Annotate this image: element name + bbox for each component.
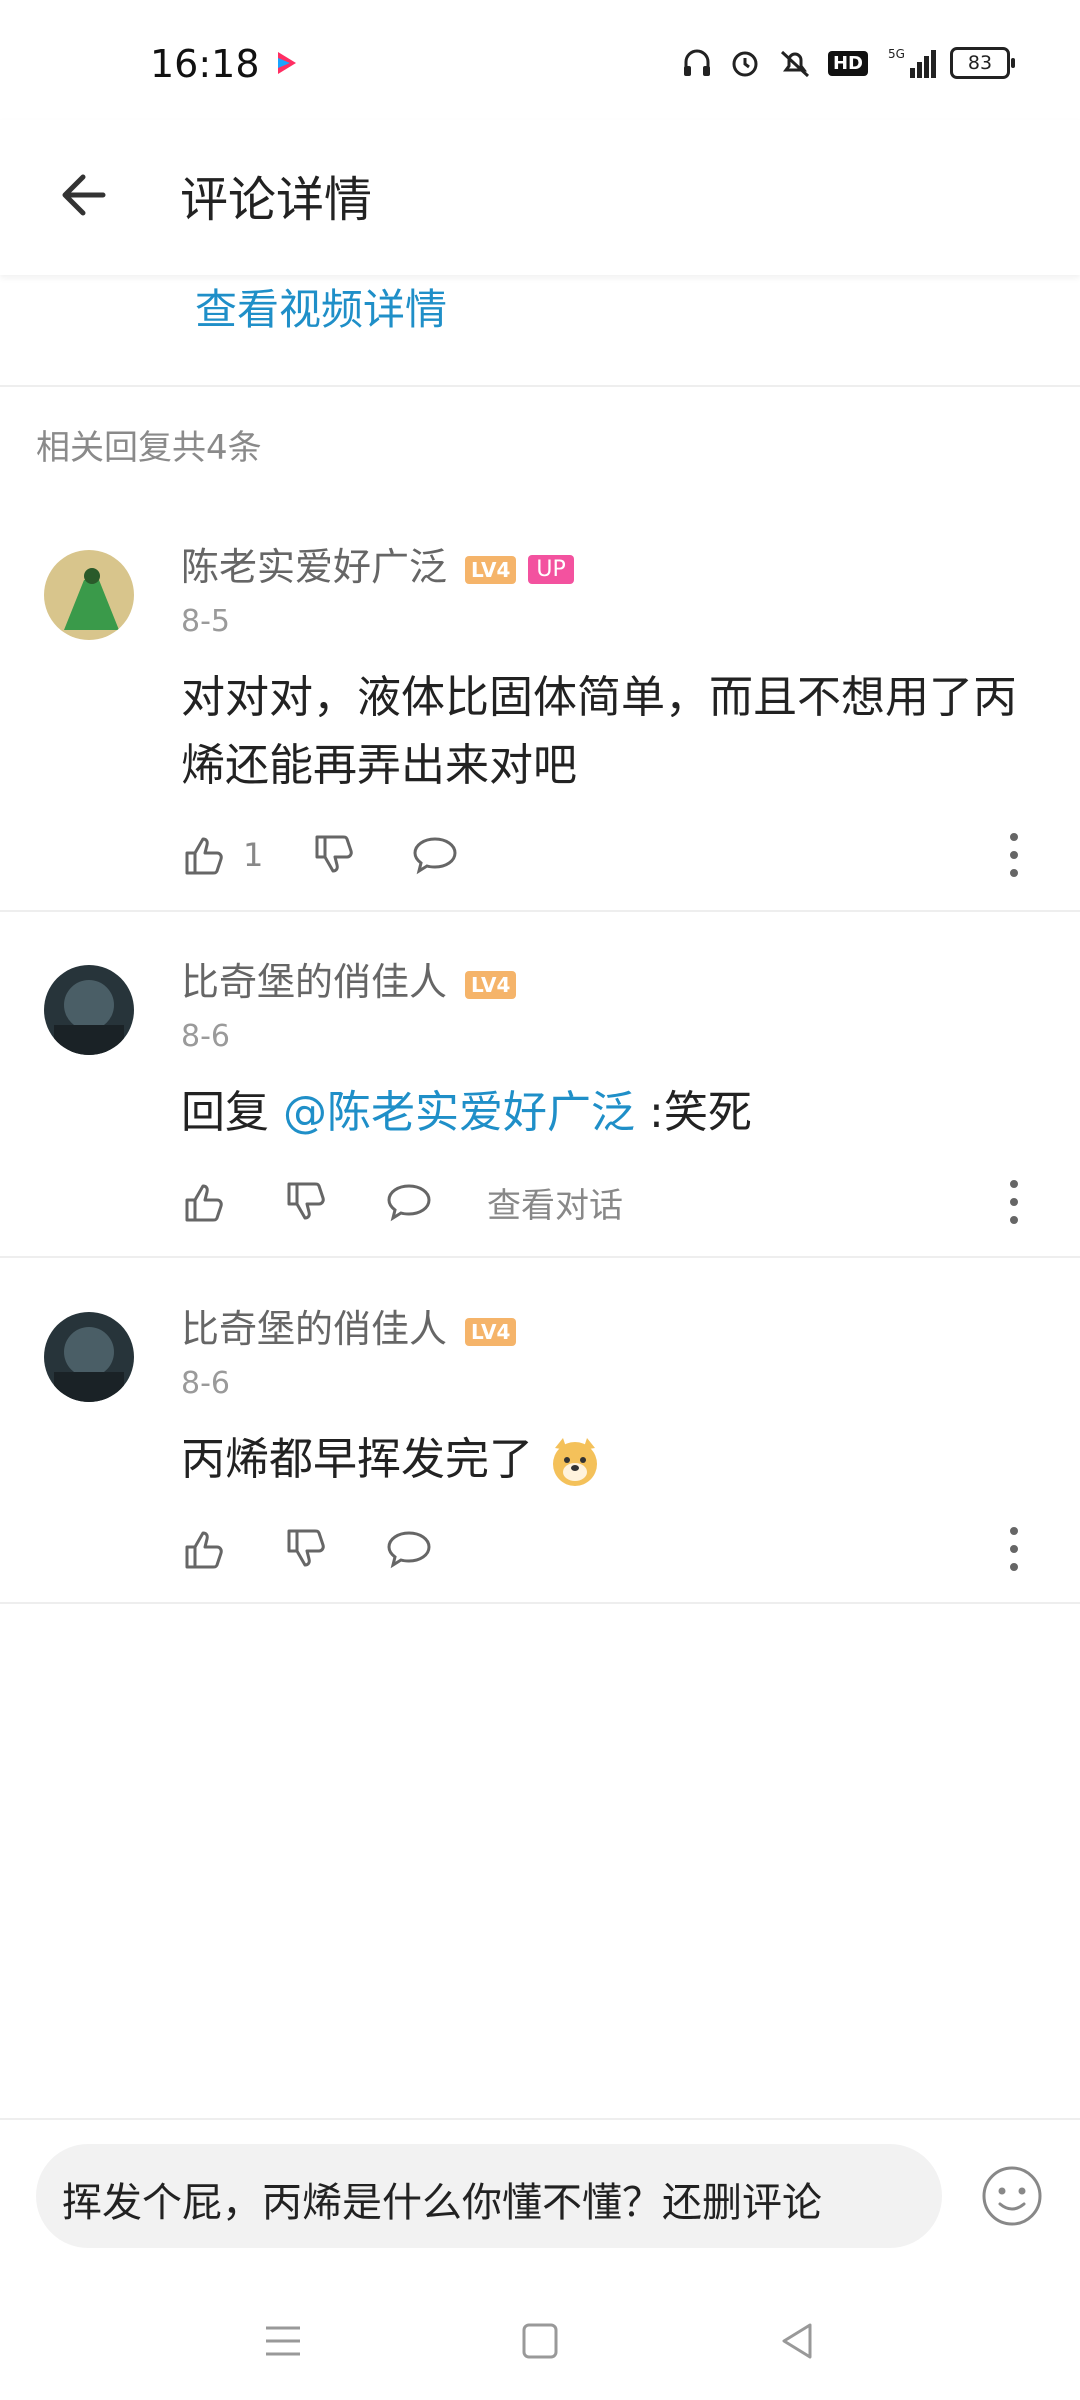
- comment-actions: 1: [181, 825, 459, 885]
- status-icons: HD 5G 83: [680, 46, 1015, 80]
- avatar[interactable]: [44, 1312, 134, 1402]
- battery-icon: 83: [950, 47, 1015, 79]
- thumbs-up-icon[interactable]: [181, 831, 229, 879]
- system-nav-bar: [0, 2288, 1080, 2400]
- divider: [0, 1602, 1080, 1604]
- home-square-icon[interactable]: [515, 2316, 565, 2366]
- comment-username[interactable]: 比奇堡的俏佳人 LV4: [181, 951, 517, 1006]
- more-options-icon[interactable]: [1008, 1525, 1020, 1573]
- comment-actions: [181, 1519, 433, 1579]
- status-time: 16:18: [150, 42, 260, 86]
- divider: [0, 1256, 1080, 1258]
- thumbs-up-icon[interactable]: [181, 1525, 229, 1573]
- page-title: 评论详情: [180, 172, 373, 228]
- divider: [0, 385, 1080, 387]
- view-conversation-link[interactable]: 查看对话: [487, 1178, 623, 1227]
- thumbs-up-icon[interactable]: [181, 1178, 229, 1226]
- status-bar: 16:18 HD 5G 83: [0, 0, 1080, 120]
- level-badge: LV4: [465, 555, 517, 584]
- thumbs-down-icon[interactable]: [283, 1525, 331, 1573]
- hd-badge: HD: [827, 50, 868, 76]
- more-options-icon[interactable]: [1008, 1178, 1020, 1226]
- comment-username[interactable]: 陈老实爱好广泛 LV4 UP: [181, 536, 574, 591]
- up-badge: UP: [528, 555, 574, 584]
- comment-text: 回复 @陈老实爱好广泛 :笑死: [181, 1087, 752, 1138]
- thumbs-down-icon[interactable]: [283, 1178, 331, 1226]
- avatar[interactable]: [44, 965, 134, 1055]
- more-options-icon[interactable]: [1008, 831, 1020, 879]
- comment-bubble-icon[interactable]: [411, 831, 459, 879]
- thumbs-down-icon[interactable]: [311, 831, 359, 879]
- comment-actions: 查看对话: [181, 1172, 623, 1232]
- page-header: 评论详情: [0, 120, 1080, 275]
- divider: [0, 910, 1080, 912]
- back-triangle-icon[interactable]: [772, 2316, 822, 2366]
- comment-date: 8-6: [181, 1366, 230, 1401]
- comment-date: 8-5: [181, 604, 230, 639]
- signal-icon: 5G: [888, 47, 936, 78]
- like-count: 1: [243, 836, 264, 874]
- comment-bubble-icon[interactable]: [385, 1525, 433, 1573]
- back-arrow-icon[interactable]: [55, 165, 115, 225]
- level-badge: LV4: [465, 970, 517, 999]
- comment-input[interactable]: 挥发个屁，丙烯是什么你懂不懂？还删评论: [36, 2144, 942, 2248]
- comment-bubble-icon[interactable]: [385, 1178, 433, 1226]
- doge-emoji-icon: [553, 1438, 597, 1486]
- view-video-details-link[interactable]: 查看视频详情: [195, 276, 447, 337]
- comment-input-bar: 挥发个屁，丙烯是什么你懂不懂？还删评论: [0, 2118, 1080, 2290]
- comment-text: 丙烯都早挥发完了: [181, 1426, 1041, 1494]
- level-badge: LV4: [465, 1317, 517, 1346]
- comment-date: 8-6: [181, 1019, 230, 1054]
- comment-text: 对对对，液体比固体简单，而且不想用了丙烯还能再弄出来对吧: [181, 672, 1017, 791]
- comment-username[interactable]: 比奇堡的俏佳人 LV4: [181, 1298, 517, 1353]
- mention-link[interactable]: @陈老实爱好广泛: [283, 1087, 635, 1138]
- reply-count: 相关回复共4条: [36, 428, 262, 468]
- comment-input-text: 挥发个屁，丙烯是什么你懂不懂？还删评论: [62, 2180, 822, 2226]
- svg-text:5G: 5G: [888, 47, 905, 61]
- mute-icon: [780, 50, 810, 78]
- headphone-icon: [683, 49, 710, 76]
- avatar[interactable]: [44, 550, 134, 640]
- alarm-icon: [732, 51, 758, 77]
- youku-app-icon: [278, 52, 296, 74]
- emoji-icon[interactable]: [980, 2164, 1044, 2228]
- menu-icon[interactable]: [258, 2316, 308, 2366]
